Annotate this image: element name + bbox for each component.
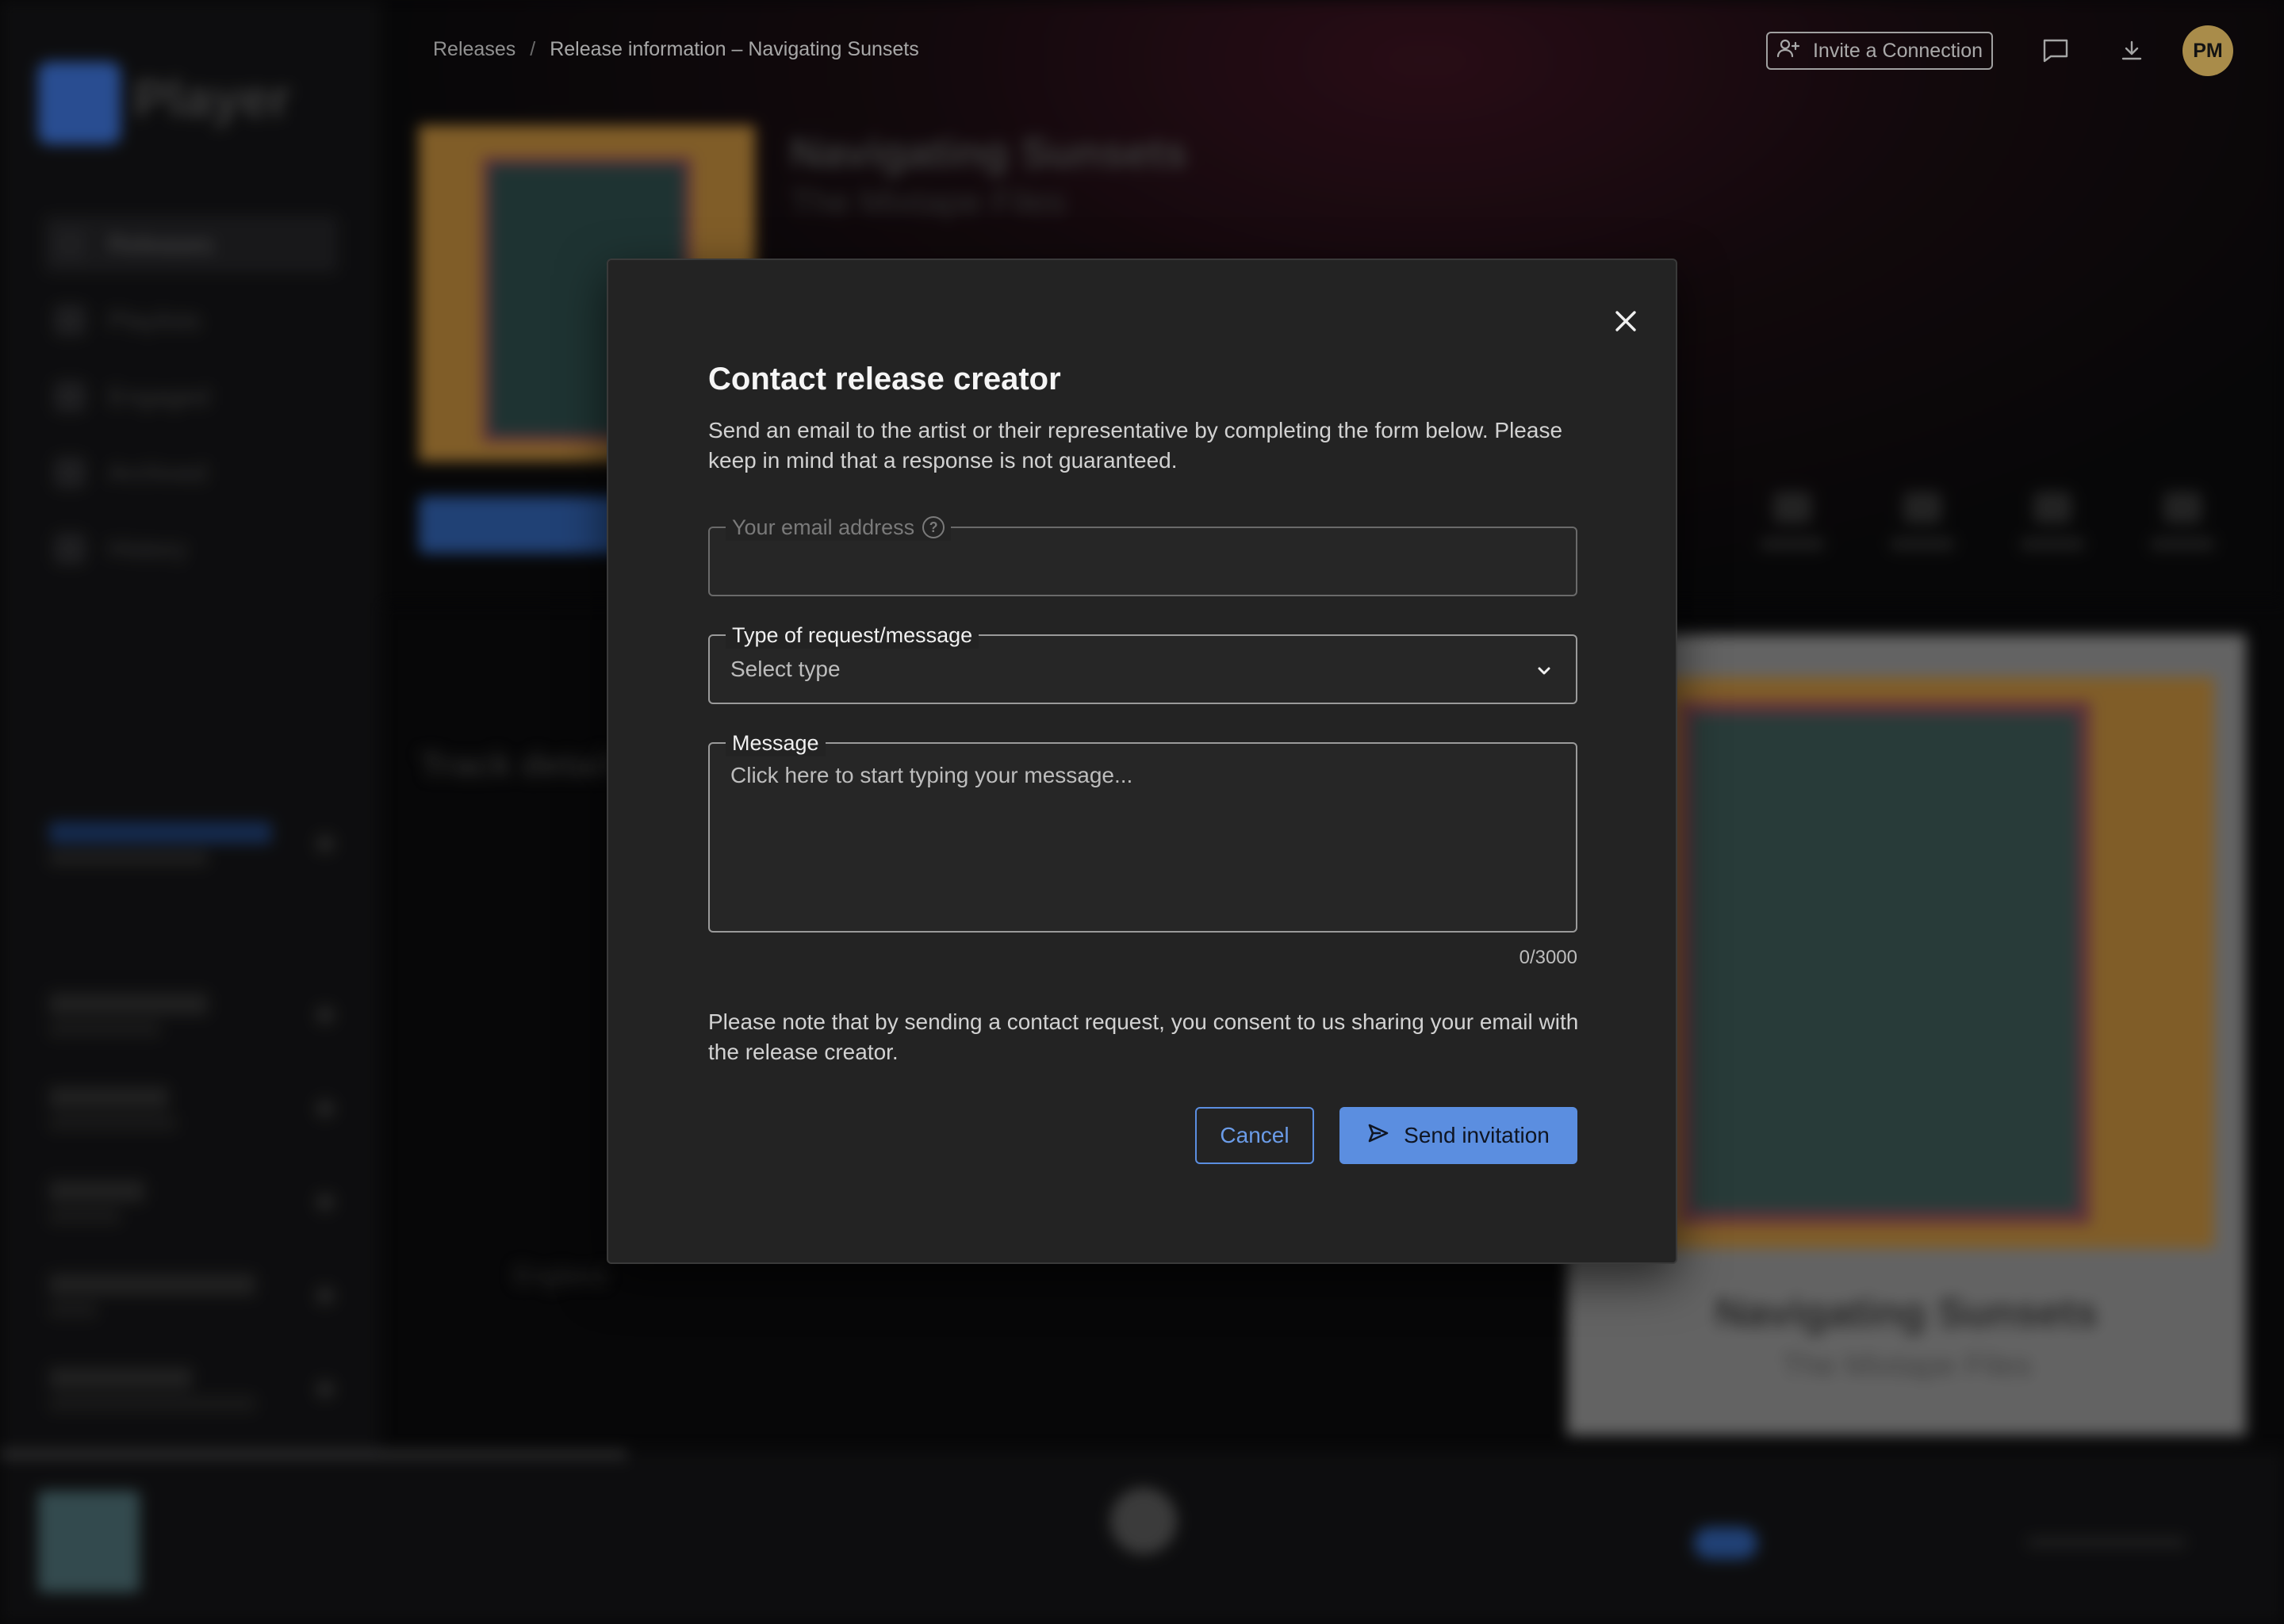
send-invitation-button[interactable]: Send invitation: [1339, 1107, 1577, 1164]
cancel-button[interactable]: Cancel: [1195, 1107, 1314, 1164]
request-type-label: Type of request/message: [726, 622, 979, 649]
dialog-title: Contact release creator: [708, 362, 1061, 396]
email-field-label: Your email address ?: [726, 514, 952, 541]
help-icon[interactable]: ?: [922, 516, 945, 538]
send-icon: [1367, 1123, 1389, 1149]
request-type-select[interactable]: Type of request/message Select type: [708, 622, 1577, 704]
app-page: Player Releases Playlists Engaged Archiv…: [0, 0, 2284, 1624]
close-button[interactable]: [1604, 300, 1647, 343]
consent-note: Please note that by sending a contact re…: [708, 1009, 1579, 1064]
message-field-label: Message: [726, 730, 826, 756]
dialog-description: Send an email to the artist or their rep…: [708, 418, 1563, 473]
request-type-value: Select type: [730, 657, 841, 681]
send-invitation-label: Send invitation: [1404, 1123, 1550, 1147]
close-icon: [1615, 311, 1636, 331]
email-field[interactable]: Your email address ?: [708, 514, 1577, 596]
character-counter: 0/3000: [1519, 947, 1577, 968]
email-input[interactable]: [730, 549, 1555, 577]
contact-creator-dialog: Contact release creator Send an email to…: [607, 259, 1677, 1264]
message-field[interactable]: Message: [708, 730, 1577, 933]
chevron-down-icon: [1533, 660, 1555, 682]
message-textarea[interactable]: [730, 763, 1555, 914]
